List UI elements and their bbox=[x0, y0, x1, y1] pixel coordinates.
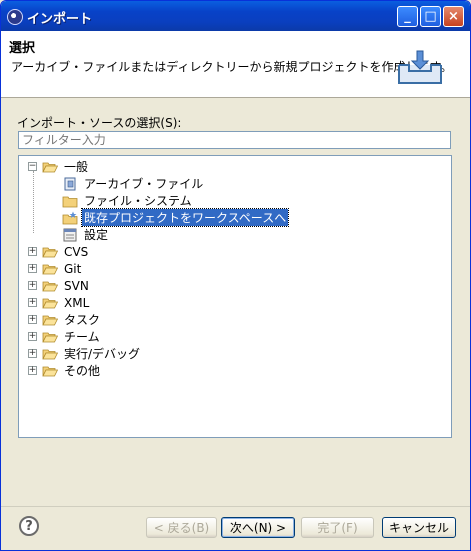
expand-toggle[interactable]: + bbox=[28, 349, 37, 358]
eclipse-icon bbox=[7, 9, 23, 25]
folder-icon bbox=[42, 332, 58, 342]
button-bar: ? < 戻る(B) 次へ(N) > 完了(F) キャンセル bbox=[1, 506, 470, 550]
import-wizard-icon bbox=[398, 50, 442, 84]
page-title: 選択 bbox=[9, 41, 36, 56]
tree-node-team[interactable]: + チーム bbox=[28, 328, 102, 345]
wizard-content: インポート・ソースの選択(S): − 一般 アーカイブ・ファイル ファイル・シス… bbox=[1, 98, 470, 506]
tree-node-label: アーカイブ・ファイル bbox=[84, 177, 204, 191]
import-source-label: インポート・ソースの選択(S): bbox=[17, 116, 182, 130]
preferences-icon bbox=[63, 228, 77, 241]
tree-guide-line bbox=[33, 171, 34, 233]
tree-node-label: Git bbox=[64, 261, 82, 276]
folder-icon bbox=[42, 366, 58, 376]
title-bar[interactable]: インポート _ □ × bbox=[1, 1, 470, 31]
archive-file-icon bbox=[64, 177, 76, 190]
page-description: アーカイブ・ファイルまたはディレクトリーから新規プロジェクトを作成します。 bbox=[11, 60, 453, 74]
folder-icon bbox=[42, 281, 58, 291]
wizard-banner: 選択 アーカイブ・ファイルまたはディレクトリーから新規プロジェクトを作成します。 bbox=[1, 31, 470, 98]
tree-node-existing-project[interactable]: 既存プロジェクトをワークスペースへ bbox=[62, 208, 290, 227]
tree-node-label: 実行/デバッグ bbox=[64, 347, 141, 361]
folder-icon bbox=[42, 298, 58, 308]
filter-input[interactable] bbox=[18, 131, 451, 149]
tree-node-run-debug[interactable]: + 実行/デバッグ bbox=[28, 345, 142, 362]
folder-icon bbox=[62, 196, 78, 207]
import-dialog: インポート _ □ × 選択 アーカイブ・ファイルまたはディレクトリーから新規プ… bbox=[0, 0, 471, 551]
expand-toggle[interactable]: + bbox=[28, 332, 37, 341]
tree-node-label: ファイル・システム bbox=[84, 194, 192, 208]
finish-button[interactable]: 完了(F) bbox=[301, 517, 374, 538]
expand-toggle[interactable]: + bbox=[28, 264, 37, 273]
expand-toggle[interactable]: + bbox=[28, 247, 37, 256]
expand-toggle[interactable]: + bbox=[28, 281, 37, 290]
expand-toggle[interactable]: + bbox=[28, 298, 37, 307]
tree-node-label: チーム bbox=[64, 330, 100, 344]
tree-node-cvs[interactable]: + CVS bbox=[28, 243, 90, 260]
tree-node-tasks[interactable]: + タスク bbox=[28, 311, 102, 328]
maximize-button[interactable]: □ bbox=[420, 6, 441, 27]
next-button[interactable]: 次へ(N) > bbox=[221, 517, 295, 538]
tree-node-general[interactable]: − 一般 bbox=[28, 158, 90, 175]
close-button[interactable]: × bbox=[443, 6, 464, 27]
folder-icon bbox=[42, 349, 58, 359]
tree-node-label: その他 bbox=[64, 364, 101, 378]
tree-node-label: 一般 bbox=[64, 160, 89, 174]
collapse-toggle[interactable]: − bbox=[28, 162, 37, 171]
help-icon[interactable]: ? bbox=[19, 516, 39, 536]
tree-node-archive-file[interactable]: アーカイブ・ファイル bbox=[62, 175, 205, 192]
tree-node-xml[interactable]: + XML bbox=[28, 294, 91, 311]
tree-node-label: CVS bbox=[64, 244, 89, 259]
tree-node-label: 設定 bbox=[84, 228, 109, 242]
tree-node-preferences[interactable]: 設定 bbox=[62, 226, 110, 243]
folder-icon bbox=[42, 315, 58, 325]
open-folder-icon bbox=[42, 162, 58, 172]
expand-toggle[interactable]: + bbox=[28, 366, 37, 375]
folder-icon bbox=[42, 247, 58, 257]
tree-node-git[interactable]: + Git bbox=[28, 260, 83, 277]
tree-node-label: SVN bbox=[64, 278, 89, 293]
tree-node-file-system[interactable]: ファイル・システム bbox=[62, 192, 194, 209]
tree-node-label: XML bbox=[64, 295, 90, 310]
tree-node-other[interactable]: + その他 bbox=[28, 362, 102, 379]
import-source-tree[interactable]: − 一般 アーカイブ・ファイル ファイル・システム 既存プロジェクトをワークスペ… bbox=[18, 155, 452, 438]
folder-icon bbox=[42, 264, 58, 274]
minimize-button[interactable]: _ bbox=[397, 6, 418, 27]
tree-node-label: タスク bbox=[64, 313, 101, 327]
tree-node-label: 既存プロジェクトをワークスペースへ bbox=[80, 208, 290, 227]
back-button[interactable]: < 戻る(B) bbox=[146, 517, 217, 538]
existing-project-icon bbox=[62, 211, 78, 224]
cancel-button[interactable]: キャンセル bbox=[382, 517, 456, 538]
expand-toggle[interactable]: + bbox=[28, 315, 37, 324]
tree-node-svn[interactable]: + SVN bbox=[28, 277, 91, 294]
window-title: インポート bbox=[27, 12, 93, 27]
